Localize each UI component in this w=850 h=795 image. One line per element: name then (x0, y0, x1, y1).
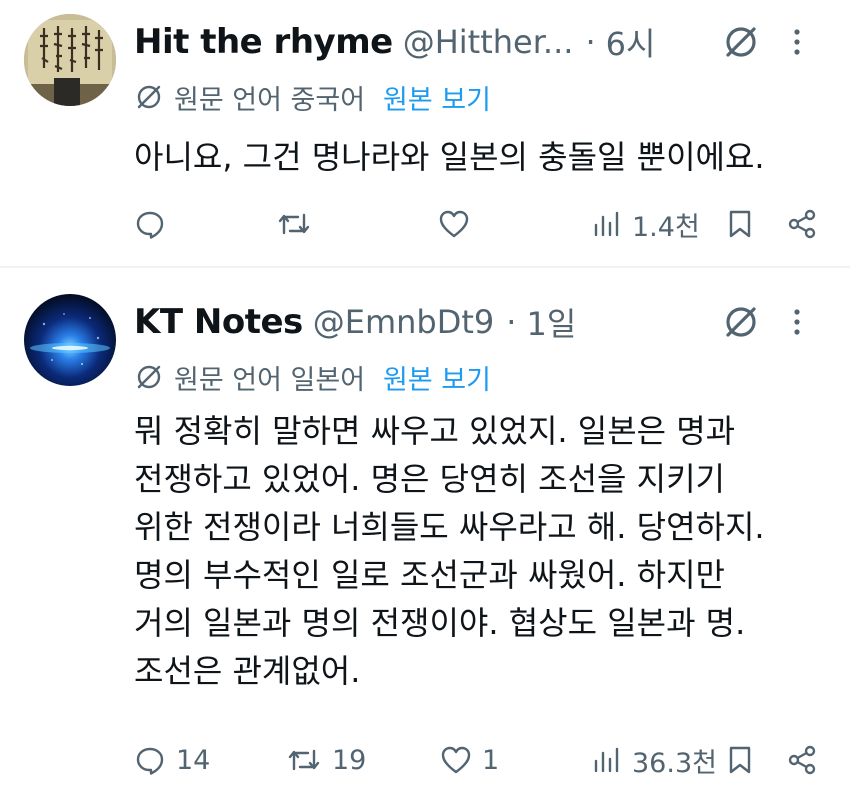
user-handle[interactable]: @Hitther... (403, 23, 574, 61)
analytics-icon (592, 209, 622, 239)
tweet-header: KT Notes @EmnbDt9 · 1일 (134, 297, 850, 347)
tweet-header: Hit the rhyme @Hitther... · 6시 (134, 17, 850, 67)
translate-icon (134, 82, 164, 112)
tweet-text: 아니요, 그건 명나라와 일본의 충돌일 뿐이에요. (134, 133, 834, 181)
tweet-text-line: 뭐 정확히 말하면 싸우고 있었지. 일본은 명과 (134, 412, 736, 450)
more-options-icon[interactable] (774, 19, 820, 65)
show-original-link[interactable]: 원본 보기 (383, 358, 491, 397)
tweet-text-line: 명의 부수적인 일로 조선군과 싸웠어. 하지만 (134, 556, 725, 594)
tweet-text-line: 조선은 관계없어. (134, 652, 361, 690)
tweet[interactable]: KT Notes @EmnbDt9 · 1일 원문 언어 일본어 원본 보기 뭐… (0, 268, 850, 795)
views-button[interactable]: 1.4천 (592, 199, 700, 249)
like-button[interactable] (438, 199, 480, 249)
share-button[interactable] (786, 199, 818, 249)
translation-notice: 원문 언어 일본어 원본 보기 (134, 357, 491, 397)
share-icon (786, 208, 818, 240)
separator-dot: · (506, 303, 517, 341)
user-handle[interactable]: @EmnbDt9 (313, 303, 495, 341)
views-count: 36.3천 (632, 747, 717, 779)
bookmark-icon (726, 208, 754, 240)
bookmark-icon (726, 744, 754, 776)
reply-button[interactable]: 14 (134, 735, 210, 785)
avatar[interactable] (24, 14, 116, 106)
views-button[interactable]: 36.3천 (592, 735, 717, 785)
tweet-text-line: 전쟁하고 있었어. 명은 당연히 조선을 지키기 (134, 460, 725, 498)
like-button[interactable]: 1 (440, 735, 499, 785)
tweet-text: 뭐 정확히 말하면 싸우고 있었지. 일본은 명과 전쟁하고 있었어. 명은 당… (134, 407, 834, 695)
repost-button[interactable] (276, 199, 322, 249)
more-options-icon[interactable] (774, 299, 820, 345)
analytics-icon (592, 745, 622, 775)
display-name[interactable]: Hit the rhyme (134, 22, 393, 62)
avatar[interactable] (24, 294, 116, 386)
translated-from-label: 원문 언어 중국어 (174, 84, 366, 116)
share-button[interactable] (786, 735, 818, 785)
reply-icon (134, 744, 166, 776)
tweet-text-line: 아니요, 그건 명나라와 일본의 충돌일 뿐이에요. (134, 138, 765, 176)
timestamp[interactable]: 1일 (526, 299, 576, 345)
timestamp[interactable]: 6시 (606, 19, 656, 65)
display-name[interactable]: KT Notes (134, 302, 303, 342)
views-count: 1.4천 (632, 211, 700, 243)
tweet[interactable]: Hit the rhyme @Hitther... · 6시 원문 언어 중국어 (0, 0, 850, 268)
repost-icon (286, 745, 322, 775)
heart-icon (440, 745, 472, 775)
repost-button[interactable]: 19 (286, 735, 366, 785)
heart-icon (438, 209, 470, 239)
separator-dot: · (585, 23, 596, 61)
bookmark-button[interactable] (726, 735, 754, 785)
reply-icon (134, 208, 166, 240)
reply-count: 14 (176, 744, 211, 776)
action-bar: 14 19 1 36.3천 (0, 735, 850, 785)
grok-icon[interactable] (718, 299, 764, 345)
grok-icon[interactable] (718, 19, 764, 65)
action-bar: 1.4천 (0, 199, 850, 249)
tweet-text-line: 거의 일본과 명의 전쟁이야. 협상도 일본과 명. (134, 604, 746, 642)
reply-button[interactable] (134, 199, 176, 249)
translation-notice: 원문 언어 중국어 원본 보기 (134, 77, 491, 117)
translate-icon (134, 362, 164, 392)
like-count: 1 (482, 744, 500, 776)
show-original-link[interactable]: 원본 보기 (383, 78, 491, 117)
repost-icon (276, 209, 312, 239)
repost-count: 19 (332, 744, 367, 776)
translated-from-label: 원문 언어 일본어 (174, 364, 366, 396)
bookmark-button[interactable] (726, 199, 754, 249)
tweet-text-line: 위한 전쟁이라 너희들도 싸우라고 해. 당연하지. (134, 508, 765, 546)
share-icon (786, 744, 818, 776)
